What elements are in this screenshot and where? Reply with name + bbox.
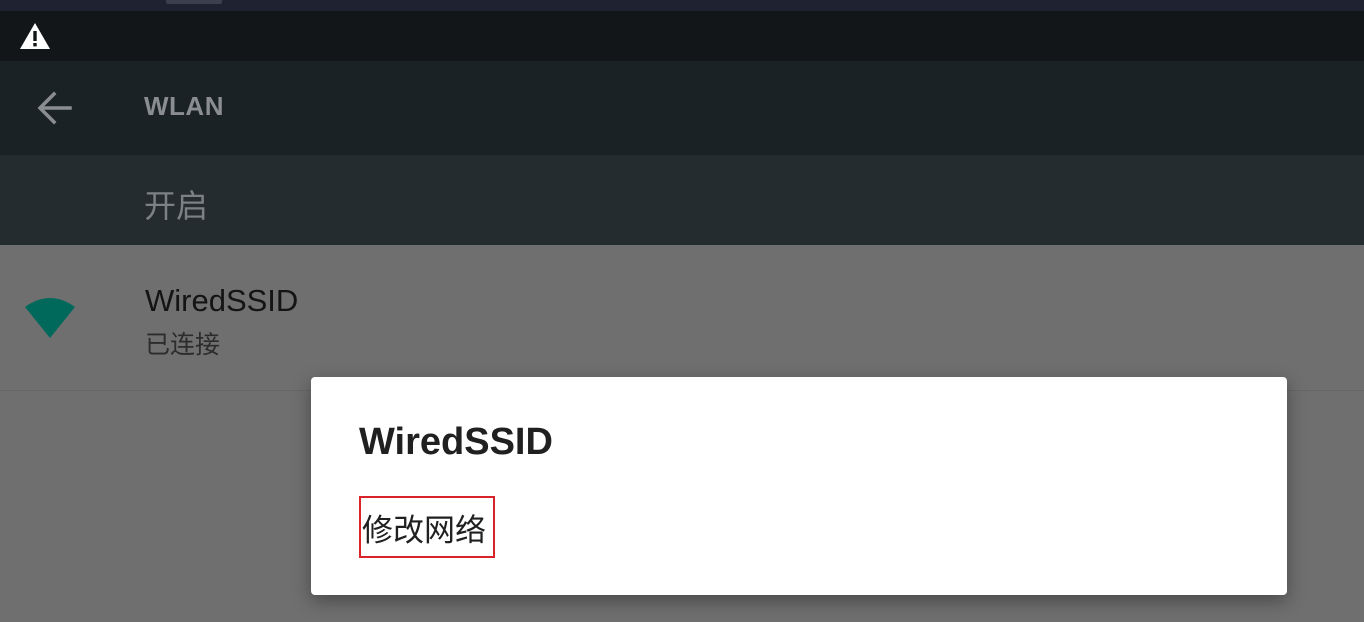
wifi-signal-icon	[25, 298, 75, 338]
network-status: 已连接	[145, 330, 221, 359]
modify-network-label: 修改网络	[362, 512, 486, 549]
emulator-tab[interactable]	[166, 0, 222, 4]
network-list-item[interactable]: WiredSSID 已连接	[0, 245, 1364, 391]
page-title: WLAN	[144, 91, 224, 121]
dialog-title: WiredSSID	[359, 421, 553, 463]
arrow-left-icon	[37, 91, 72, 125]
screen: WLAN 开启 WiredSSID 已连接 WiredSSID 修改网络	[0, 0, 1364, 622]
network-name: WiredSSID	[145, 283, 299, 318]
app-bar: WLAN	[0, 61, 1364, 155]
modify-network-option[interactable]: 修改网络	[359, 496, 495, 558]
wlan-switch-label: 开启	[144, 187, 209, 225]
back-button[interactable]	[24, 77, 86, 139]
emulator-top-strip	[0, 0, 1364, 11]
wlan-switch-bar[interactable]: 开启	[0, 155, 1364, 245]
warning-icon	[20, 23, 50, 49]
status-bar	[0, 11, 1364, 61]
network-options-dialog: WiredSSID 修改网络	[311, 377, 1287, 595]
